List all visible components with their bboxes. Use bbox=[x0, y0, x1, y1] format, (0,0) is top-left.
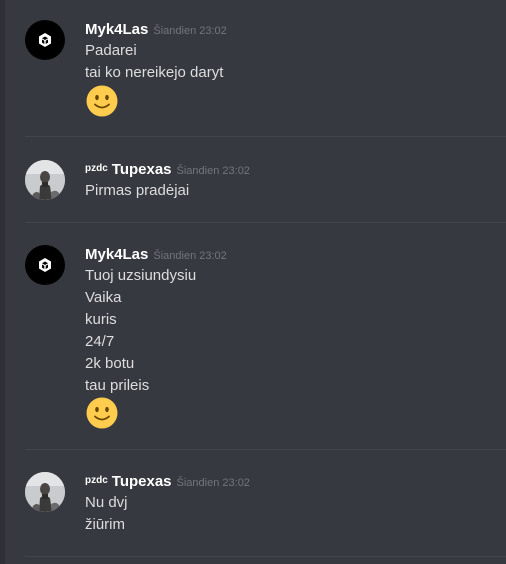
timestamp[interactable]: Šiandien 23:02 bbox=[153, 25, 226, 37]
cube-logo-icon bbox=[39, 33, 51, 47]
slightly-smiling-face-icon[interactable] bbox=[86, 397, 118, 429]
message-text: Pirmas pradėjai bbox=[85, 182, 190, 199]
avatar[interactable] bbox=[25, 160, 65, 200]
server-tag: pzdc bbox=[85, 163, 108, 174]
message-text: kuris bbox=[85, 311, 117, 328]
message-header: Myk4Las Šiandien 23:02 bbox=[85, 21, 227, 41]
message-text: žiūrim bbox=[85, 516, 125, 533]
timestamp[interactable]: Šiandien 23:02 bbox=[177, 165, 250, 177]
cube-logo-icon bbox=[39, 258, 51, 272]
avatar[interactable] bbox=[25, 20, 65, 60]
message-divider bbox=[25, 556, 506, 557]
message-header: Myk4Las Šiandien 23:02 bbox=[85, 246, 227, 266]
message-divider bbox=[25, 222, 506, 223]
username[interactable]: Tupexas bbox=[112, 473, 172, 490]
message-text: Tuoj uzsiundysiu bbox=[85, 267, 197, 284]
message-divider bbox=[25, 136, 506, 137]
message-header: pzdc Tupexas Šiandien 23:02 bbox=[85, 473, 250, 493]
username[interactable]: Myk4Las bbox=[85, 21, 148, 38]
timestamp[interactable]: Šiandien 23:02 bbox=[153, 250, 226, 262]
username[interactable]: Myk4Las bbox=[85, 246, 148, 263]
message-header: pzdc Tupexas Šiandien 23:02 bbox=[85, 161, 250, 181]
message-text: tai ko nereikejo daryt bbox=[85, 64, 224, 81]
message-text: 24/7 bbox=[85, 333, 115, 350]
message-text: tau prileis bbox=[85, 377, 150, 394]
message-text: 2k botu bbox=[85, 355, 135, 372]
slightly-smiling-face-icon[interactable] bbox=[86, 85, 118, 117]
avatar[interactable] bbox=[25, 472, 65, 512]
person-photo-avatar bbox=[25, 160, 65, 200]
person-photo-avatar bbox=[25, 472, 65, 512]
message-text: Vaika bbox=[85, 289, 122, 306]
message-text: Nu dvj bbox=[85, 494, 128, 511]
server-tag: pzdc bbox=[85, 475, 108, 486]
timestamp[interactable]: Šiandien 23:02 bbox=[177, 477, 250, 489]
message-divider bbox=[25, 449, 506, 450]
message-text: Padarei bbox=[85, 42, 137, 59]
chat-messages[interactable]: Myk4Las Šiandien 23:02 Padarei tai ko ne… bbox=[5, 0, 506, 564]
avatar[interactable] bbox=[25, 245, 65, 285]
username[interactable]: Tupexas bbox=[112, 161, 172, 178]
